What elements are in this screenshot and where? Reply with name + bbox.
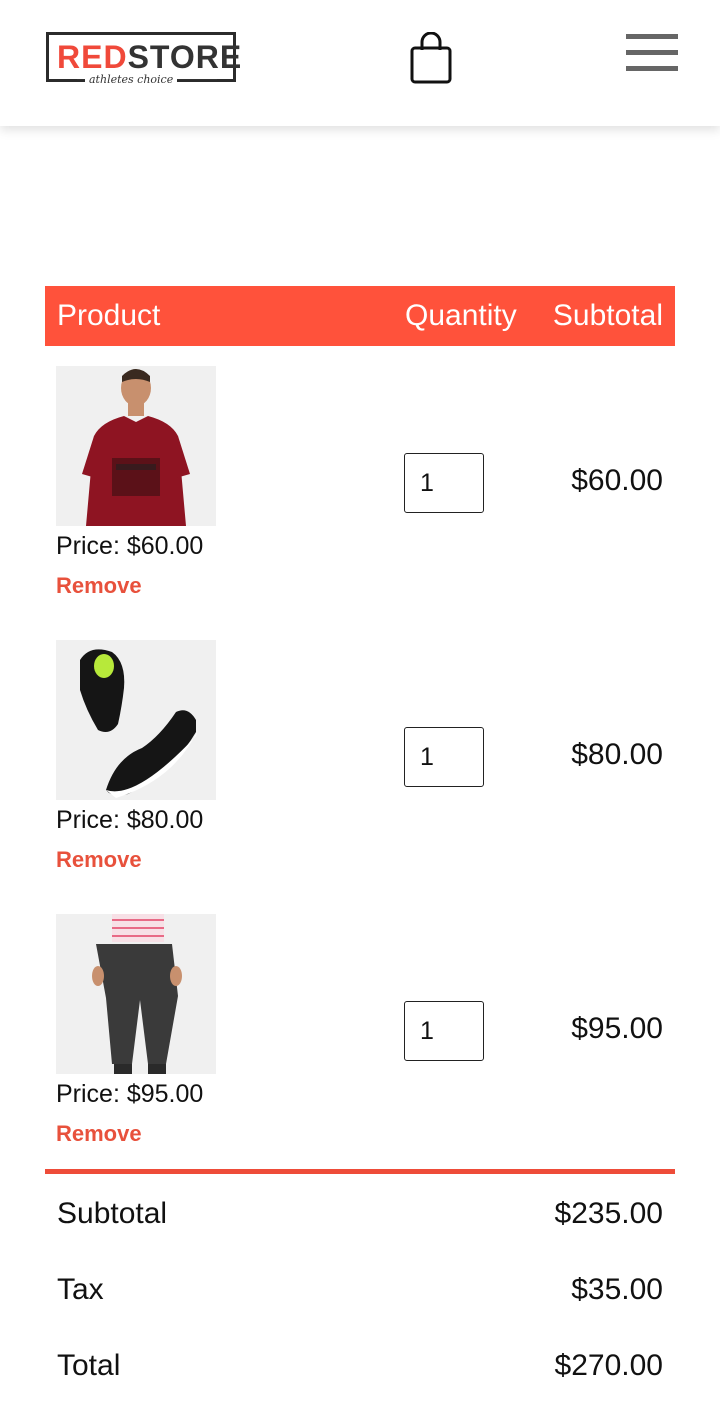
item-price: Price: $95.00 [56,1080,204,1108]
product-image-black-sneakers[interactable] [56,640,216,800]
tax-value: $35.00 [571,1273,663,1306]
shopping-bag-icon[interactable] [410,32,452,84]
quantity-input[interactable] [404,727,484,787]
item-price: Price: $80.00 [56,806,204,834]
product-image-red-tshirt[interactable] [56,366,216,526]
total-label: Total [57,1349,121,1382]
column-header-quantity: Quantity [405,299,517,332]
cart-item-row: Price: $60.00 Remove $60.00 [45,366,675,626]
cart-table-header: Product Quantity Subtotal [45,286,675,346]
totals-row-tax: Tax $35.00 [45,1273,675,1313]
item-price: Price: $60.00 [56,532,204,560]
tax-label: Tax [57,1273,104,1306]
item-subtotal: $60.00 [571,464,663,497]
total-value: $270.00 [554,1349,663,1382]
redstore-logo[interactable]: REDSTORE athletes choice [46,32,241,86]
item-subtotal: $80.00 [571,738,663,771]
top-navbar: REDSTORE athletes choice [0,0,720,126]
quantity-input[interactable] [404,1001,484,1061]
column-header-product: Product [57,299,161,332]
logo-text: REDSTORE [57,39,243,75]
quantity-input[interactable] [404,453,484,513]
logo-tagline: athletes choice [85,74,178,86]
totals-row-total: Total $270.00 [45,1349,675,1389]
product-image-grey-joggers[interactable] [56,914,216,1074]
remove-item-link[interactable]: Remove [56,573,142,599]
remove-item-link[interactable]: Remove [56,1121,142,1147]
column-header-subtotal: Subtotal [552,299,663,332]
totals-row-subtotal: Subtotal $235.00 [45,1197,675,1237]
subtotal-value: $235.00 [554,1197,663,1230]
cart-item-row: Price: $80.00 Remove $80.00 [45,640,675,900]
item-subtotal: $95.00 [571,1012,663,1045]
subtotal-label: Subtotal [57,1197,168,1230]
cart-item-row: Price: $95.00 Remove $95.00 [45,914,675,1174]
remove-item-link[interactable]: Remove [56,847,142,873]
hamburger-menu-icon[interactable] [626,32,680,74]
totals-divider [45,1169,675,1174]
